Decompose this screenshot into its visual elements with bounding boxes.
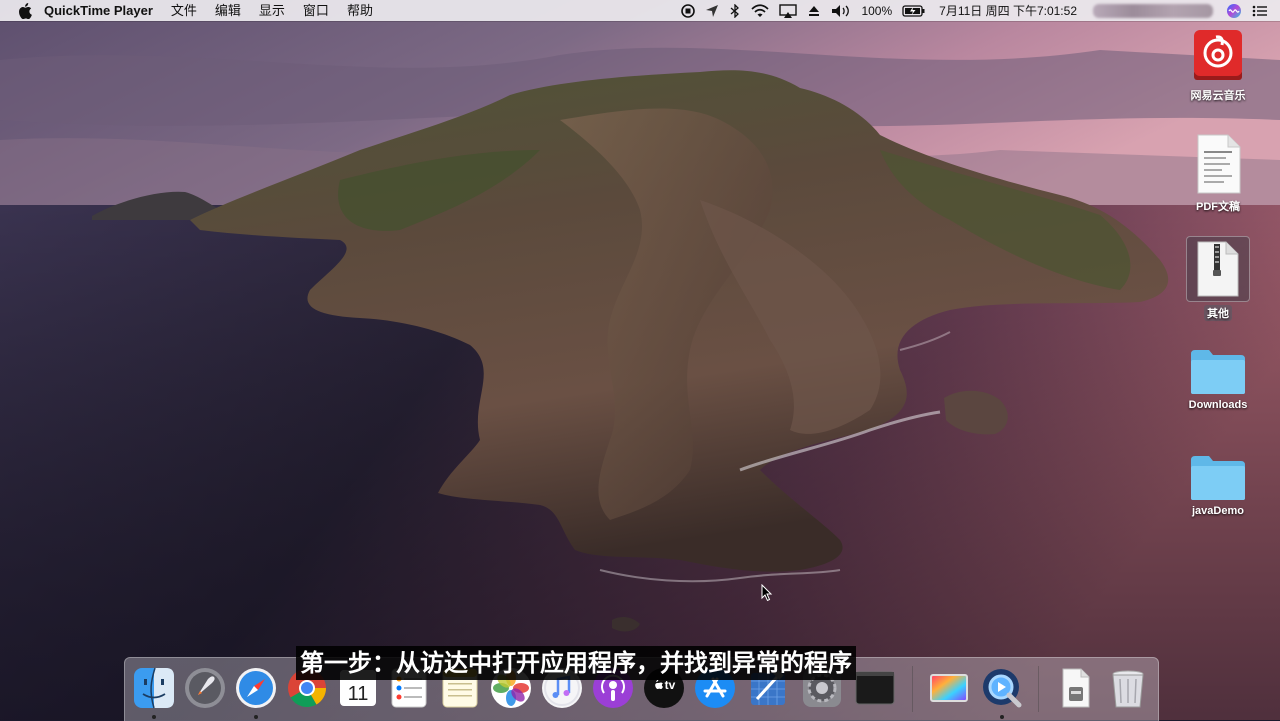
dock-finder[interactable]	[133, 667, 175, 719]
dock-terminal[interactable]	[854, 667, 896, 709]
desktop-icon-zip[interactable]: 其他	[1173, 236, 1263, 321]
file-document-icon	[1062, 668, 1090, 708]
bluetooth-icon[interactable]	[724, 0, 746, 21]
pdf-document-icon	[1197, 134, 1241, 194]
menu-help[interactable]: 帮助	[338, 0, 382, 21]
desktop-icon-label: 网易云音乐	[1190, 90, 1246, 102]
screen-recorder-icon	[930, 674, 968, 702]
calendar-day-text: 11	[348, 683, 369, 705]
quicktime-icon	[983, 669, 1022, 708]
safari-icon	[236, 668, 276, 708]
siri-icon[interactable]	[1221, 0, 1247, 21]
blurred-username	[1093, 3, 1213, 18]
menu-window[interactable]: 窗口	[294, 0, 338, 21]
desktop-icon-label: PDF文稿	[1196, 201, 1240, 213]
menu-bar: QuickTime Player 文件 编辑 显示 窗口 帮助 100% 7月1…	[0, 0, 1280, 21]
battery-percent: 100%	[861, 3, 893, 18]
dock-separator	[912, 666, 913, 712]
apple-icon[interactable]	[18, 2, 32, 19]
mouse-cursor-icon	[761, 584, 773, 602]
dock-quicktime[interactable]	[981, 667, 1023, 719]
desktop-icon-label: 其他	[1204, 305, 1232, 321]
finder-icon	[134, 667, 174, 709]
folder-icon	[1191, 456, 1245, 500]
desktop-icon-label: Downloads	[1188, 399, 1248, 411]
record-stop-icon[interactable]	[676, 0, 700, 21]
dock-trash[interactable]	[1107, 667, 1149, 709]
tv-text: tv	[665, 678, 676, 692]
dock-screen-recorder[interactable]	[928, 667, 970, 709]
desktop-icon-label: javaDemo	[1192, 505, 1244, 517]
desktop-wallpaper	[0, 0, 1280, 720]
zip-file-icon	[1197, 241, 1239, 297]
running-indicator	[152, 715, 156, 719]
desktop-icon-javademo[interactable]: javaDemo	[1173, 454, 1263, 517]
dock-launchpad[interactable]	[184, 667, 226, 709]
video-subtitle: 第一步：从访达中打开应用程序，并找到异常的程序	[296, 646, 856, 680]
terminal-icon	[855, 671, 895, 705]
app-name-menu[interactable]: QuickTime Player	[32, 0, 162, 21]
status-area: 100% 7月11日 周四 下午7:01:52	[676, 0, 1280, 21]
wifi-icon[interactable]	[746, 0, 774, 21]
running-indicator	[1000, 715, 1004, 719]
airplay-icon[interactable]	[774, 0, 802, 21]
menu-file[interactable]: 文件	[162, 0, 206, 21]
launchpad-icon	[185, 668, 225, 708]
running-indicator	[254, 715, 258, 719]
clock-datetime[interactable]: 7月11日 周四 下午7:01:52	[931, 0, 1085, 21]
eject-icon[interactable]	[802, 0, 826, 21]
dock-document[interactable]	[1055, 667, 1097, 709]
desktop-icon-downloads[interactable]: Downloads	[1173, 348, 1263, 411]
netease-music-icon	[1194, 30, 1242, 80]
volume-icon[interactable]	[826, 0, 856, 21]
dock-separator	[1038, 666, 1039, 712]
menu-edit[interactable]: 编辑	[206, 0, 250, 21]
folder-icon	[1191, 350, 1245, 394]
trash-icon	[1112, 670, 1144, 708]
desktop-icon-pdf[interactable]: PDF文稿	[1173, 133, 1263, 214]
dock-safari[interactable]	[235, 667, 277, 719]
desktop-icon-netease-music[interactable]: 网易云音乐	[1173, 28, 1263, 103]
menu-view[interactable]: 显示	[250, 0, 294, 21]
location-arrow-icon[interactable]	[700, 0, 724, 21]
list-icon[interactable]	[1247, 0, 1280, 21]
battery-charging-icon[interactable]	[897, 0, 931, 21]
